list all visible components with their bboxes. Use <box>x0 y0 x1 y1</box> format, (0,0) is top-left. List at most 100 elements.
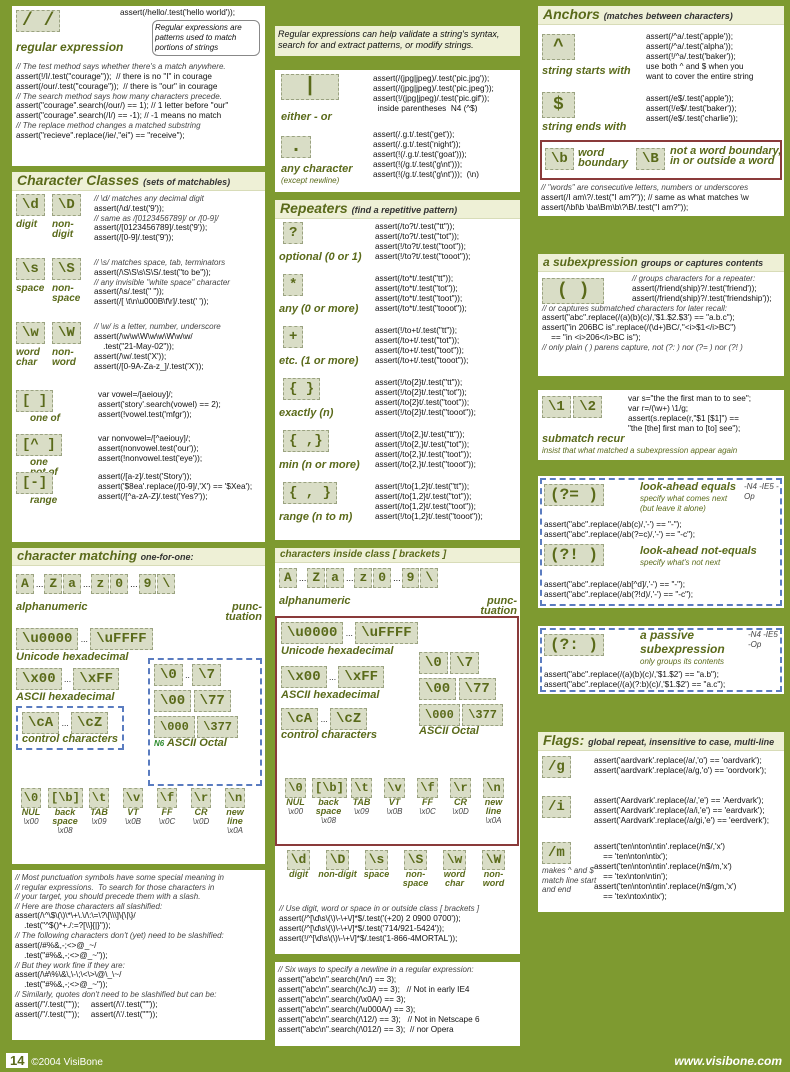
dollar-token: $ <box>542 92 575 118</box>
bracket-class-label: non-space <box>402 869 429 888</box>
punct-line: .test("#%&,-;<>@_~")); <box>15 980 108 989</box>
class-line: assert(!vowel.test('mfgr')); <box>98 410 192 419</box>
punct-line: // Similarly, quotes don't need to be sl… <box>15 990 217 999</box>
dollar-line: assert(!/e$/.test('baker')); <box>646 104 737 113</box>
repeater-label: etc. (1 or more) <box>279 355 359 367</box>
class-line: assert(nonvowel.test('our')); <box>98 444 199 453</box>
caret-line: want to cover the entire string <box>646 72 754 81</box>
class-lines: // \w/ is a letter, number, underscore as… <box>94 322 221 372</box>
class-label-b: non-digit <box>52 219 74 240</box>
newline-line: assert("abc\n".search(/\n/) == 3); <box>278 974 397 984</box>
bracket-class: \S non-space <box>396 850 435 888</box>
cmatch-escape-label: NUL <box>21 807 41 817</box>
repeater-line: assert(!/to?t/.test("tooot")); <box>375 252 471 261</box>
brackets-char: z <box>354 568 373 588</box>
cmatch-escape-hex: \x00 <box>23 817 39 826</box>
brackets-escape-token: \f <box>417 778 438 798</box>
bracket-class-token: \s <box>364 850 389 870</box>
punct-examples: // Most punctuation symbols have some sp… <box>15 873 262 1020</box>
submatch-line: "the [the] first man to [to] see"); <box>628 424 741 433</box>
brackets-escape: [\b] back space \x08 <box>312 778 347 826</box>
submatch-line: var s="the the first man to to see"; <box>628 394 751 403</box>
anychar-note: (except newline) <box>281 176 340 185</box>
brackets-escape-label: FF <box>422 797 433 807</box>
anchors-panel: Anchors (matches between characters) ^ s… <box>538 6 784 216</box>
brackets-ellipsis: ... <box>345 573 354 583</box>
brackets-escape-hex: \x00 <box>287 807 304 816</box>
lookahead-eq-token: (?= ) <box>544 484 605 506</box>
brackets-escape-token: [\b] <box>312 778 347 798</box>
copyright: ©2004 VisiBone <box>31 1057 103 1068</box>
cmatch-escape-label: VT <box>127 807 139 817</box>
bracket-class-label: digit <box>289 869 308 879</box>
subexpr-line: assert("in 206BC is".replace(/(\d+)BC/,"… <box>542 323 736 332</box>
dollar-label: string ends with <box>542 121 627 133</box>
flag-line: assert('ten\nton\ntin'.replace(/n$/,'x') <box>594 842 725 851</box>
submatch-tokens: \1 \2 <box>542 396 602 418</box>
passive-token: (?: ) <box>544 634 605 656</box>
brackets-escape: \n new line \x0A <box>477 778 510 826</box>
class-line: var vowel=/[aeiouy]/; <box>98 390 173 399</box>
boundary-note: // "words" are consecutive letters, numb… <box>541 183 749 192</box>
class-label-a: one of <box>30 413 60 424</box>
cmatch-ascii-label: ASCII hexadecimal <box>16 691 115 703</box>
cmatch-escape-label: back space <box>52 807 78 826</box>
repeater-line: assert(!/to+t/.test("tt")); <box>375 326 458 335</box>
caret-line: assert(!/^a/.test('baker')); <box>646 52 736 61</box>
bracket-class-token: \S <box>403 850 428 870</box>
class-token-a: [-] <box>16 472 54 494</box>
punct-line: assert(/\^\$\(\)\*\+\.\/\:\=\?\[\\\]\{\|… <box>15 911 136 920</box>
passive-label1: a passive <box>640 628 695 642</box>
flag-token: /i <box>542 796 571 818</box>
passive-examples: assert("abc".replace(/(a)(b)(c)/,'$1.$2'… <box>544 670 725 690</box>
class-lines: // \s/ matches space, tab, terminators as… <box>94 258 230 307</box>
flag-note: makes ^ and $ match line start and end <box>542 866 597 894</box>
flag-lines: assert('aardvark'.replace(/a/,'o') == 'o… <box>594 756 766 776</box>
lookahead-ne-line: assert("abc".replace(/ab(?!d)/,'-') == "… <box>544 590 693 599</box>
anychar-line: assert(!(/.g.t/.test('goat'))); <box>373 150 467 159</box>
cmatch-char: a <box>63 574 81 594</box>
repeater-line: assert(/to+t/.test("toot")); <box>375 346 464 355</box>
cmatch-ascii: \x00 ... \xFF <box>16 668 120 690</box>
cmatch-char: Z <box>44 574 63 594</box>
subexpr-line: // groups characters for a repeater: <box>632 274 756 283</box>
brackets-panel: characters inside class [ brackets ] A..… <box>275 548 520 954</box>
class-line: // \d/ matches any decimal digit <box>94 194 204 203</box>
submatch-label: submatch recur <box>542 433 625 445</box>
repeater-label: range (n to m) <box>279 511 353 523</box>
cmatch-unicode: \u0000 ... \uFFFF <box>16 628 153 650</box>
footer-url[interactable]: www.visibone.com <box>674 1054 782 1068</box>
brackets-escape-label: CR <box>454 797 467 807</box>
cmatch-unicode-label: Unicode hexadecimal <box>16 651 129 663</box>
cmatch-char: \ <box>157 574 176 594</box>
repeater-line: assert(!/to{2}t/.test("tt")); <box>375 378 463 387</box>
lookahead-eq-examples: assert("abc".replace(/ab(c)/,'-') == "-"… <box>544 520 695 540</box>
bracket-class-token: \d <box>286 850 311 870</box>
brackets-char: 9 <box>401 568 420 588</box>
brackets-escape: \f FF \x0C <box>411 778 444 817</box>
bracket-class: \w word char <box>435 850 474 888</box>
newline-panel: // Six ways to specify a newline in a re… <box>275 962 520 1046</box>
repeater-line: assert(/to*t/.test("tot")); <box>375 284 458 293</box>
brackets-escape-label: back space <box>315 797 342 816</box>
passive-line: assert("abc".replace(/(a)(?:b)(c)/,'$1.$… <box>544 680 726 689</box>
brackets-escape: \r CR \x0D <box>444 778 477 817</box>
repeater-line: assert(/to+t/.test("tot")); <box>375 336 460 345</box>
intro-panel: Regular expressions can help validate a … <box>275 26 520 56</box>
class-line: assert(!nonvowel.test('eye')); <box>98 454 203 463</box>
anychar-line: assert(!(/g.t/.test('g\nt'))); (\n) <box>373 170 479 179</box>
anychar-line: assert(!(/g.t/.test('g\nt'))); <box>373 160 463 169</box>
flag-line: assert('ten\nton\ntin'.replace(/n$/m,'x'… <box>594 862 732 871</box>
regex-line: assert(!/I/.test("courage")); // there i… <box>16 71 212 81</box>
class-line: assert(/[ \t\n\u000B\f\r]/.test(' ')); <box>94 297 209 306</box>
passive-desc: only groups its contents <box>640 657 725 666</box>
cmatch-escape-hex: \x09 <box>91 817 107 826</box>
submatch-panel: \1 \2 submatch recur var s="the the firs… <box>538 390 784 460</box>
punct-line: // your target, you should precede them … <box>15 892 201 901</box>
repeater-token: { } <box>283 378 321 400</box>
cmatch-escape-hex: \x0C <box>158 817 176 826</box>
brackets-unicode: \u0000 ... \uFFFF <box>281 622 418 644</box>
brackets-escape: \v VT \x0B <box>378 778 411 817</box>
cmatch-ellipsis: ... <box>35 579 44 589</box>
caret-examples: assert(/^a/.test('apple')); assert(/^a/.t… <box>646 32 753 82</box>
